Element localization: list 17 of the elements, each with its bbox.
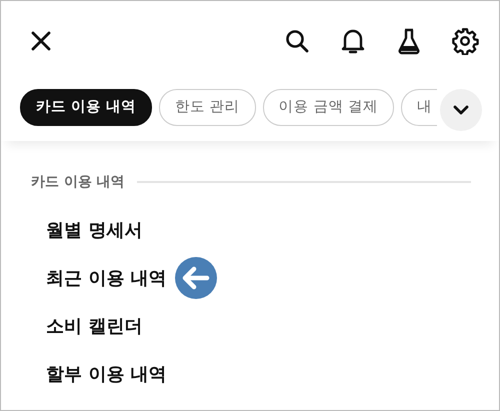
flask-icon [396, 27, 422, 55]
menu-item[interactable]: 할부 이용 내역 [46, 360, 167, 388]
menu-item[interactable]: 소비 캘린더 [46, 312, 142, 340]
expand-button[interactable] [440, 89, 482, 131]
search-icon [284, 28, 310, 54]
bell-icon [340, 27, 366, 55]
settings-icon [451, 27, 479, 55]
menu-item[interactable]: 최근 이용 내역 [46, 264, 167, 292]
close-icon [29, 29, 53, 53]
menu-item[interactable]: 월별 명세서 [46, 216, 142, 244]
tab[interactable]: 카드 이용 내역 [20, 89, 152, 126]
settings-button[interactable] [449, 25, 481, 57]
tab[interactable]: 이용 금액 결제 [262, 89, 394, 126]
tab[interactable]: 한도 관리 [159, 89, 256, 126]
section-title: 카드 이용 내역 [31, 172, 125, 192]
tab[interactable]: 내 [400, 89, 437, 126]
chevron-down-icon [453, 105, 469, 115]
